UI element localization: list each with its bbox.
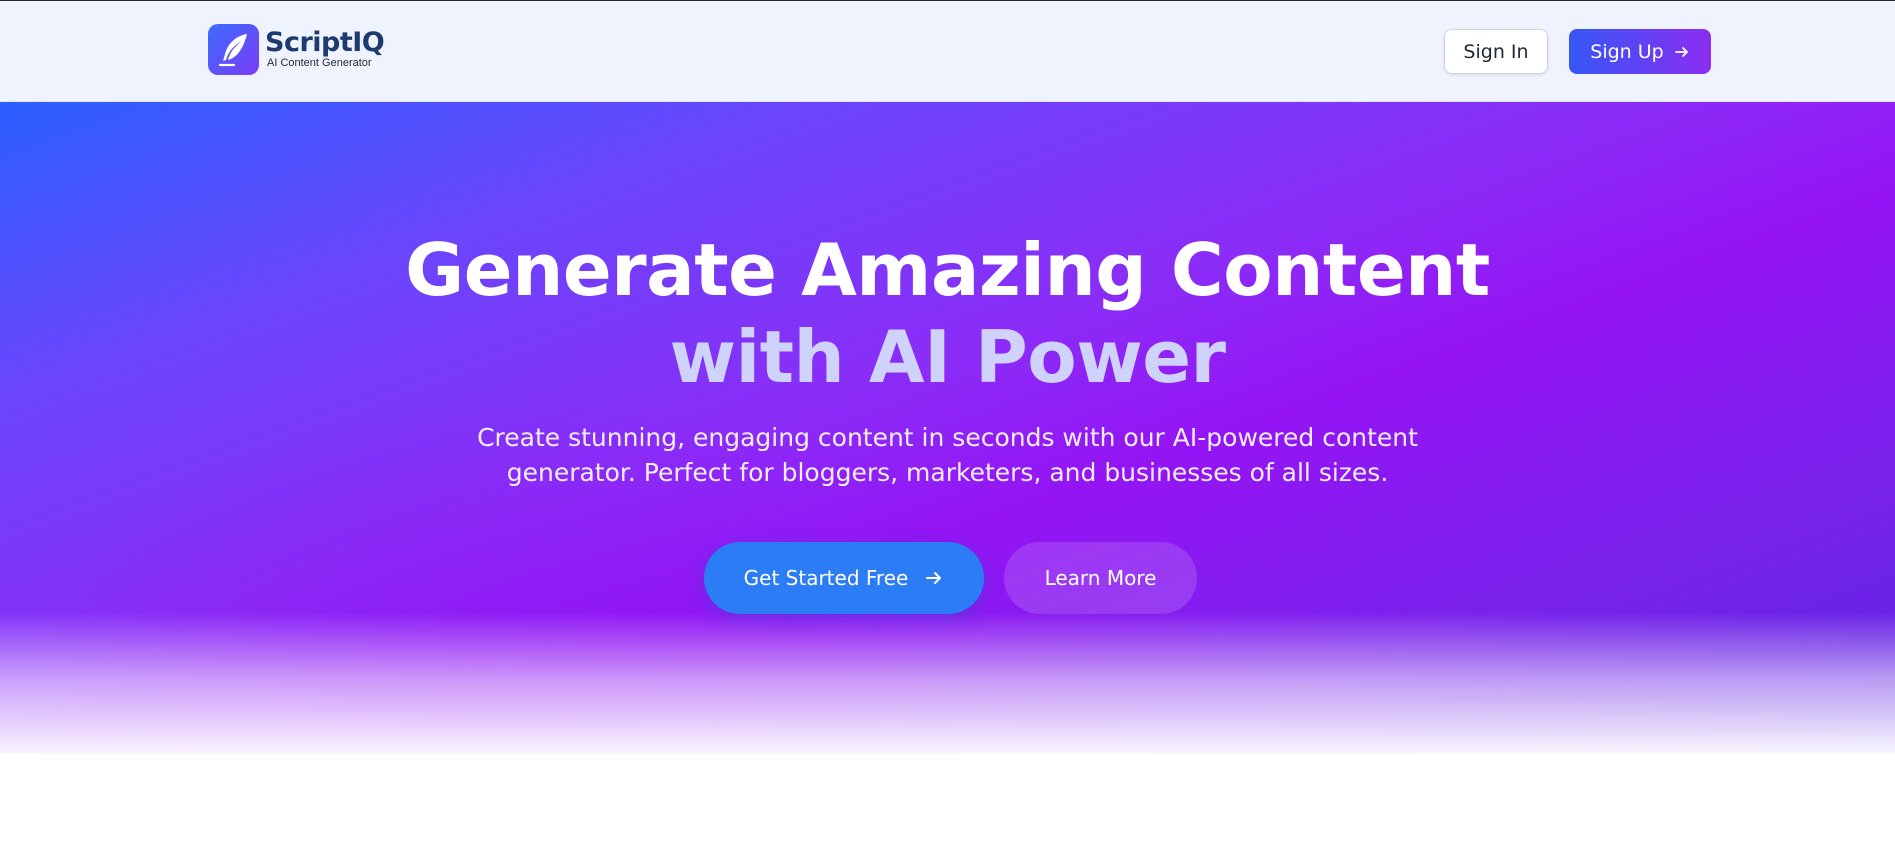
sign-in-label: Sign In	[1463, 40, 1529, 63]
quill-feather-icon	[208, 24, 259, 75]
arrow-right-icon	[926, 572, 942, 584]
sign-up-label: Sign Up	[1590, 40, 1664, 63]
brand-name: ScriptIQ	[265, 27, 385, 58]
hero-headline-line-2: with AI Power	[669, 315, 1226, 399]
hero-subtext: Create stunning, engaging content in sec…	[477, 423, 1418, 487]
brand-tagline: AI Content Generator	[267, 57, 372, 69]
brand-logo[interactable]: ScriptIQ AI Content Generator	[208, 24, 385, 75]
learn-more-label: Learn More	[1044, 566, 1157, 590]
site-header: ScriptIQ AI Content Generator Sign In Si…	[0, 1, 1895, 102]
arrow-right-icon	[1674, 46, 1688, 57]
learn-more-button[interactable]: Learn More	[1004, 542, 1197, 614]
get-started-label: Get Started Free	[743, 566, 909, 590]
sign-up-button[interactable]: Sign Up	[1569, 29, 1711, 74]
hero-headline-line-1: Generate Amazing Content	[405, 228, 1490, 312]
sign-in-button[interactable]: Sign In	[1444, 29, 1548, 74]
get-started-button[interactable]: Get Started Free	[704, 542, 984, 614]
hero-bottom-fade	[0, 612, 1895, 762]
